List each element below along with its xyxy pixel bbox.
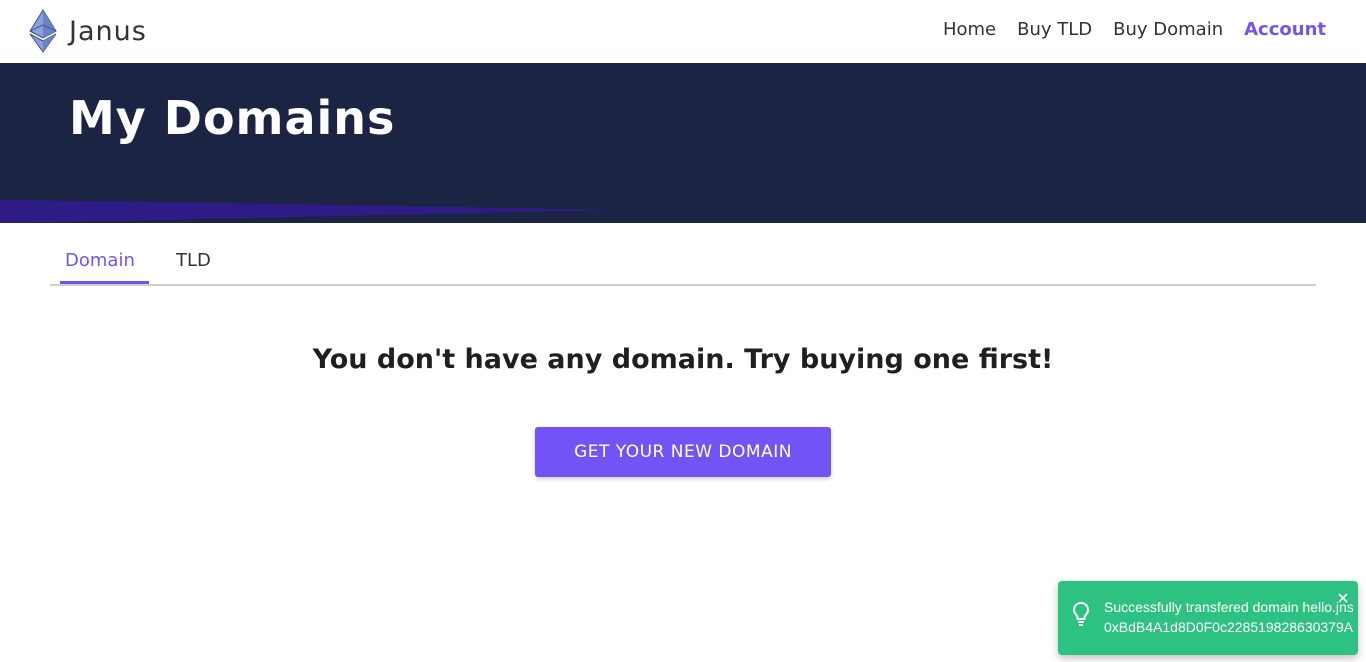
toast-line-2: 0xBdB4A1d8D0F0c228519828630379A bbox=[1104, 619, 1354, 635]
success-toast: Successfully transfered domain hello.jns… bbox=[1058, 581, 1358, 655]
nav-buy-domain-link[interactable]: Buy Domain bbox=[1113, 17, 1223, 43]
toast-message: Successfully transfered domain hello.jns… bbox=[1104, 597, 1358, 637]
empty-state-message: You don't have any domain. Try buying on… bbox=[312, 344, 1054, 375]
page: Janus Home Buy TLD Buy Domain Account My… bbox=[0, 0, 1366, 662]
hero-wave-decoration bbox=[0, 180, 1366, 223]
get-new-domain-button[interactable]: GET YOUR NEW DOMAIN bbox=[535, 427, 831, 477]
toast-line-1: Successfully transfered domain hello.jns bbox=[1104, 599, 1354, 615]
page-title: My Domains bbox=[69, 91, 396, 145]
nav-home-link[interactable]: Home bbox=[943, 17, 996, 43]
main-nav: Home Buy TLD Buy Domain Account bbox=[922, 17, 1326, 43]
close-icon[interactable] bbox=[1336, 591, 1350, 605]
lightbulb-icon bbox=[1072, 601, 1090, 626]
active-tab-indicator bbox=[60, 281, 149, 284]
brand-link[interactable]: Janus bbox=[29, 9, 147, 53]
nav-buy-tld-link[interactable]: Buy TLD bbox=[1017, 17, 1092, 43]
tab-domain[interactable]: Domain bbox=[60, 248, 140, 274]
navbar: Janus Home Buy TLD Buy Domain Account bbox=[0, 0, 1366, 63]
nav-account-link[interactable]: Account bbox=[1244, 17, 1326, 43]
brand-name: Janus bbox=[69, 15, 147, 47]
domain-tabs: Domain TLD bbox=[50, 240, 1316, 286]
tab-tld[interactable]: TLD bbox=[171, 248, 216, 274]
ethereum-diamond-icon bbox=[29, 9, 57, 53]
